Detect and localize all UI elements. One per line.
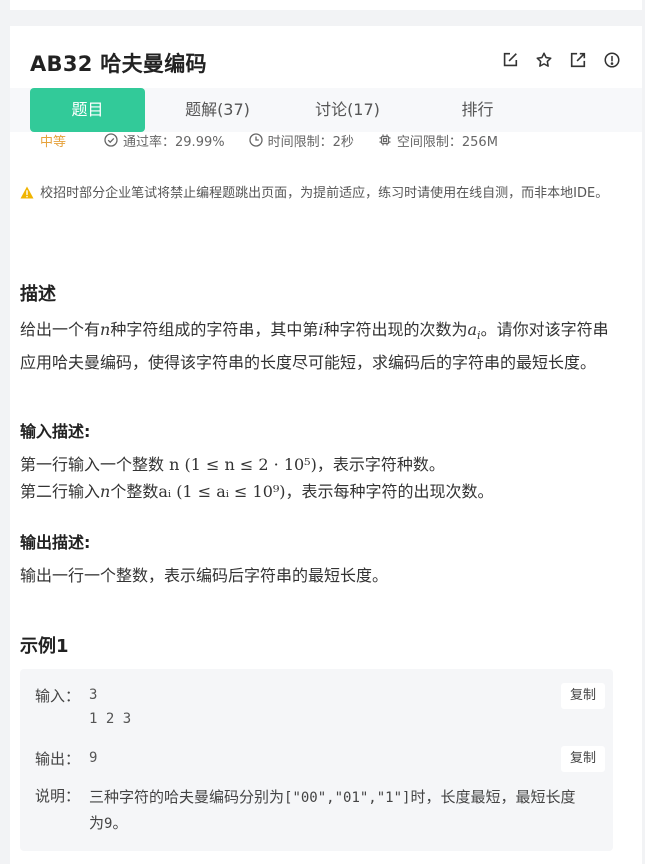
input-desc-line1: 第一行输入一个整数 n (1 ≤ n ≤ 2 · 10⁵)，表示字符种数。 xyxy=(20,451,615,478)
description-heading: 描述 xyxy=(20,284,56,305)
example-input-line: 1 2 3 xyxy=(89,711,132,727)
desc-part: 种字符出现的次数为 xyxy=(323,320,468,339)
top-strip xyxy=(10,0,642,10)
example-output-value: 9 xyxy=(89,750,98,766)
input-desc-part: ，表示字符种数。 xyxy=(316,455,445,474)
space-limit: 空间限制：256M xyxy=(378,131,498,150)
warning-icon xyxy=(20,186,34,199)
example-input-line: 3 xyxy=(89,687,98,703)
difficulty-badge: 中等 xyxy=(40,134,67,150)
example-note-label: 说明： xyxy=(35,787,81,805)
edit-icon[interactable] xyxy=(500,50,520,70)
example-output-label: 输出： xyxy=(35,750,81,768)
input-desc-part: 第二行输入 xyxy=(20,482,101,501)
check-circle-icon xyxy=(104,133,118,147)
copy-input-button[interactable]: 复制 xyxy=(561,683,605,709)
pass-rate-text: 通过率：29.99% xyxy=(123,134,225,150)
desc-part: 给出一个有 xyxy=(20,320,101,339)
tab-ranking[interactable]: 排行 xyxy=(430,88,525,132)
star-icon[interactable] xyxy=(534,50,554,70)
report-icon[interactable] xyxy=(602,50,622,70)
example-input-label: 输入： xyxy=(35,687,81,705)
output-desc-text: 输出一行一个整数，表示编码后字符串的最短长度。 xyxy=(20,566,389,585)
notice-text: 校招时部分企业笔试将禁止编程题跳出页面，为提前适应，练习时请使用在线自测，而非本… xyxy=(40,186,609,201)
chip-icon xyxy=(379,134,391,146)
problem-meta: 中等 通过率：29.99% 时间限制：2秒 空间限制：256M xyxy=(40,130,522,150)
example-note-text: 三种字符的哈夫曼编码分别为["00","01","1"]时，长度最短，最短长度为… xyxy=(89,785,579,837)
example-box: 输入： 3 1 2 3 复制 输出： 9 复制 说明： 三种字符的哈夫曼编码分别… xyxy=(20,669,613,851)
input-heading: 输入描述: xyxy=(20,422,91,441)
math-n: n xyxy=(100,482,111,501)
input-desc-part: ，表示每种字符的出现次数。 xyxy=(285,482,494,501)
input-desc-part: 个整数 xyxy=(110,482,159,501)
math-ai-range: aᵢ (1 ≤ aᵢ ≤ 10⁹) xyxy=(158,482,286,501)
tab-solutions[interactable]: 题解(37) xyxy=(170,88,265,132)
space-limit-text: 空间限制：256M xyxy=(396,134,498,150)
title-row: AB32 哈夫曼编码 xyxy=(30,48,622,78)
math-n: n xyxy=(100,320,111,339)
external-link-icon[interactable] xyxy=(568,50,588,70)
desc-part: 种字符组成的字符串，其中第 xyxy=(110,320,319,339)
notice-banner: 校招时部分企业笔试将禁止编程题跳出页面，为提前适应，练习时请使用在线自测，而非本… xyxy=(20,183,615,205)
tab-discussion[interactable]: 讨论(17) xyxy=(300,88,395,132)
math-a: a xyxy=(467,320,478,339)
note-part: 三种字符的哈夫曼编码分别为 xyxy=(89,788,285,806)
output-heading: 输出描述: xyxy=(20,533,91,552)
clock-icon xyxy=(248,133,263,147)
math-n-range: n (1 ≤ n ≤ 2 · 10⁵) xyxy=(169,455,317,474)
copy-output-button[interactable]: 复制 xyxy=(561,746,605,772)
note-part: 。 xyxy=(112,814,128,832)
tab-bar: 题目 题解(37) 讨论(17) 排行 xyxy=(10,88,642,132)
example-input-value: 3 1 2 3 xyxy=(89,683,131,731)
note-code: ["00","01","1"] xyxy=(284,790,411,806)
time-limit: 时间限制：2秒 xyxy=(248,131,354,150)
input-desc-line2: 第二行输入n个整数aᵢ (1 ≤ aᵢ ≤ 10⁹)，表示每种字符的出现次数。 xyxy=(20,478,615,505)
tab-problem[interactable]: 题目 xyxy=(30,88,145,132)
time-limit-text: 时间限制：2秒 xyxy=(267,134,354,150)
input-desc-part: 第一行输入一个整数 xyxy=(20,455,165,474)
pass-rate: 通过率：29.99% xyxy=(104,131,225,150)
math-ai: ai xyxy=(467,320,480,342)
title-actions xyxy=(500,50,622,70)
description-text: 给出一个有n种字符组成的字符串，其中第i种字符出现的次数为ai。请你对该字符串应… xyxy=(20,316,615,376)
problem-title: AB32 哈夫曼编码 xyxy=(30,52,207,76)
example-heading: 示例1 xyxy=(20,636,69,657)
